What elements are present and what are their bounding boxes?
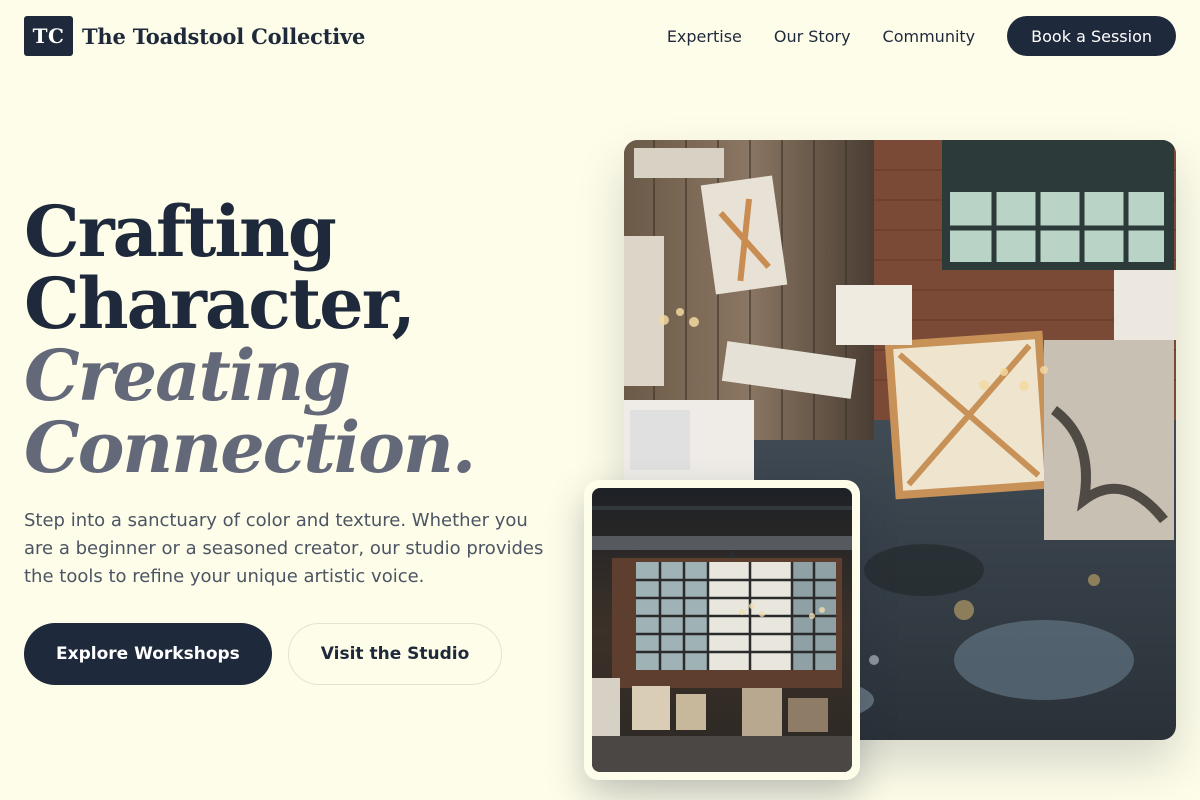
hero-title-line-4: Connection. (24, 406, 476, 489)
book-session-button[interactable]: Book a Session (1007, 16, 1176, 56)
hero-subtitle: Step into a sanctuary of color and textu… (24, 510, 544, 587)
brand-name: The Toadstool Collective (82, 23, 366, 49)
brand-logo-link[interactable]: TC The Toadstool Collective (24, 16, 365, 56)
main-nav: Expertise Our Story Community Book a Ses… (667, 16, 1176, 56)
logo-mark: TC (24, 16, 73, 56)
hero-title: Crafting Character, Creating Connection. (24, 196, 584, 484)
nav-link-expertise[interactable]: Expertise (667, 27, 742, 46)
explore-workshops-button[interactable]: Explore Workshops (24, 623, 272, 685)
visit-studio-button[interactable]: Visit the Studio (287, 623, 503, 685)
studio-inset-image-frame (584, 480, 860, 780)
hero-title-line-1: Crafting (24, 190, 337, 273)
nav-link-community[interactable]: Community (883, 27, 976, 46)
site-header: TC The Toadstool Collective Expertise Ou… (24, 16, 1176, 56)
warehouse-inset-image (592, 488, 852, 772)
hero-title-line-3: Creating (24, 334, 351, 417)
nav-link-our-story[interactable]: Our Story (774, 27, 851, 46)
hero-actions: Explore Workshops Visit the Studio (24, 623, 503, 685)
hero-title-line-2: Character, (24, 262, 416, 345)
